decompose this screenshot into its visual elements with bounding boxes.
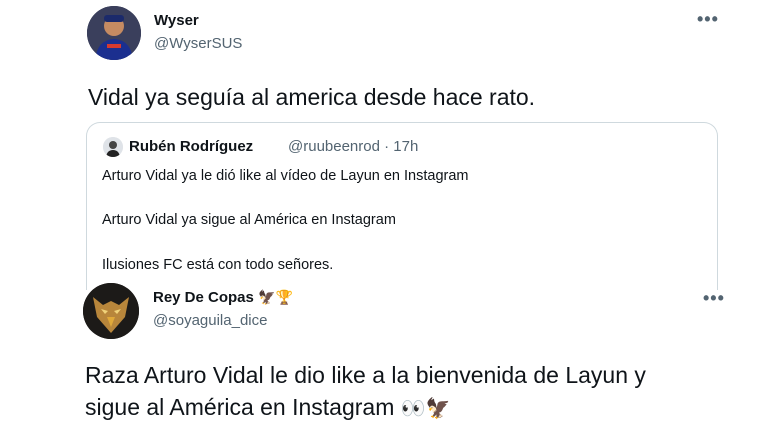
quoted-author-name[interactable]: Rubén Rodríguez xyxy=(129,138,253,155)
tweet-text: Vidal ya seguía al america desde hace ra… xyxy=(88,84,536,110)
quoted-author-avatar[interactable] xyxy=(103,137,123,157)
name-emoji: 🦅🏆 xyxy=(258,289,293,305)
author-name-text: Rey De Copas xyxy=(153,289,254,306)
quoted-tweet[interactable]: Rubén Rodríguez @ruubeenrod · 17h Arturo… xyxy=(86,122,718,290)
author-handle[interactable]: @WyserSUS xyxy=(154,35,242,52)
quoted-text-line: Ilusiones FC está con todo señores. xyxy=(102,257,334,273)
tweet-text-line-2: sigue al América en Instagram 👀🦅 xyxy=(85,392,451,425)
author-name[interactable]: Rey De Copas 🦅🏆 xyxy=(153,289,293,306)
wyser-avatar[interactable] xyxy=(87,6,141,60)
tweet-wyser: Wyser @WyserSUS ••• Vidal ya seguía al a… xyxy=(0,0,768,290)
tweet-text-line-2-text: sigue al América en Instagram xyxy=(85,394,395,420)
tweet-emoji: 👀🦅 xyxy=(400,398,451,420)
quoted-author-handle[interactable]: @ruubeenrod · 17h xyxy=(288,138,418,155)
author-handle[interactable]: @soyaguila_dice xyxy=(153,312,267,329)
more-options-icon[interactable]: ••• xyxy=(703,289,725,307)
quoted-text-line: Arturo Vidal ya sigue al América en Inst… xyxy=(102,212,396,228)
author-name[interactable]: Wyser xyxy=(154,12,199,29)
more-options-icon[interactable]: ••• xyxy=(697,10,719,28)
quoted-text-line: Arturo Vidal ya le dió like al vídeo de … xyxy=(102,168,469,184)
rey-de-copas-avatar[interactable] xyxy=(83,283,139,339)
tweet-text-line-1: Raza Arturo Vidal le dio like a la bienv… xyxy=(85,362,646,388)
